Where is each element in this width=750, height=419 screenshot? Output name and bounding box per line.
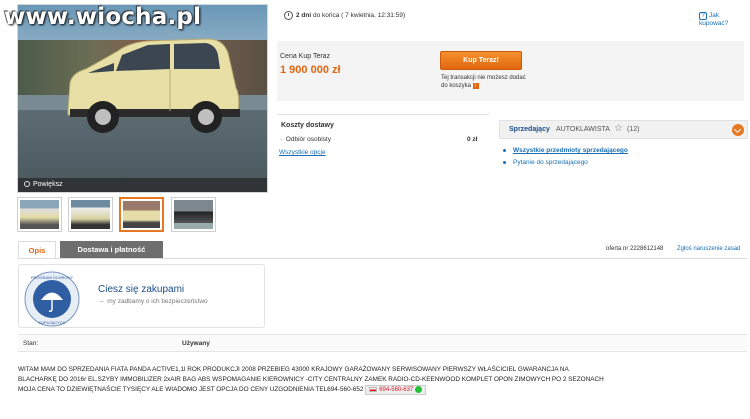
description-line: WITAM MAM DO SPRZEDANIA FIATA PANDA ACTI…	[18, 366, 569, 373]
condition-label: Stan:	[23, 340, 39, 347]
main-photo[interactable]: Powiększ	[17, 4, 268, 193]
tab-description[interactable]: Opis	[18, 241, 56, 258]
whatsapp-icon	[414, 386, 422, 393]
buyer-protection-badge-icon: PROGRAM OCHRONY KUPUJĄCYCH	[24, 271, 80, 327]
buy-now-button[interactable]: Kup Teraz!	[440, 51, 522, 70]
tab-delivery-payment[interactable]: Dostawa i płatność	[60, 241, 163, 258]
protection-title: Ciesz się zakupami	[98, 284, 185, 295]
protection-subtitle-text: my zadbamy o ich bezpieczeństwo	[107, 298, 208, 305]
thumbnail-1[interactable]	[17, 197, 62, 232]
watermark-logo: www.wiocha.pl	[4, 4, 202, 30]
thumbnail-4[interactable]	[171, 197, 216, 232]
tab-divider	[18, 258, 747, 259]
offer-number: oferta nr 2228612148	[606, 246, 664, 252]
cart-note: Tej transakcji nie możesz dodać do koszy…	[441, 74, 531, 90]
condition-value: Używany	[182, 340, 210, 347]
question-icon: ?	[699, 12, 707, 20]
time-remaining-bold: 2 dni	[296, 12, 312, 19]
star-icon: ☆	[614, 123, 623, 134]
help-link[interactable]: ? Jak kupować?	[699, 12, 750, 27]
shipping-option-price: 0 zł	[467, 136, 478, 143]
seller-rating-count[interactable]: (12)	[627, 126, 639, 133]
item-description: WITAM MAM DO SPRZEDANIA FIATA PANDA ACTI…	[18, 365, 748, 396]
badge-text: PROGRAM OCHRONY	[31, 275, 74, 280]
description-line: MOJA CENA TO DZIEWIĘTNAŚCIE TYSIĘCY ALE …	[18, 385, 748, 396]
thumbnail-2[interactable]	[68, 197, 113, 232]
seller-items-link[interactable]: Wszystkie przedmioty sprzedającego	[513, 147, 628, 154]
seller-label: Sprzedający	[509, 126, 550, 133]
seller-name[interactable]: AUTOKLAWISTA	[556, 126, 610, 133]
description-line-text: MOJA CENA TO DZIEWIĘTNAŚCIE TYSIĘCY ALE …	[18, 386, 364, 394]
ask-seller-link[interactable]: Pytanie do sprzedającego	[513, 159, 588, 166]
phone-number: 694-560-637	[379, 387, 414, 394]
price-label: Cena Kup Teraz	[280, 53, 331, 60]
bullet-icon	[503, 149, 506, 152]
phone-chip[interactable]: 694-560-637	[365, 385, 426, 396]
shipping-all-options-link[interactable]: Wszystkie opcje	[279, 149, 326, 156]
shipping-title: Koszty dostawy	[281, 122, 334, 129]
poland-flag-icon	[369, 387, 378, 392]
protection-subtitle: – my zadbamy o ich bezpieczeństwo	[100, 298, 208, 305]
bullet-icon	[503, 161, 506, 164]
shipping-option-label: · Odbiór osobisty	[280, 136, 331, 143]
price-value: 1 900 000 zł	[280, 64, 341, 76]
time-remaining-rest: do końca ( 7 kwietnia, 12:31:59)	[312, 12, 406, 19]
magnifier-icon	[24, 181, 30, 188]
car-image	[67, 38, 240, 133]
time-remaining: 2 dni do końca ( 7 kwietnia, 12:31:59)	[296, 12, 405, 19]
zoom-label: Powiększ	[33, 181, 63, 188]
zoom-bar[interactable]: Powiększ	[18, 178, 267, 192]
cart-note-text: Tej transakcji nie możesz dodać do koszy…	[441, 75, 526, 89]
chevron-down-icon[interactable]	[732, 124, 744, 136]
report-violation-link[interactable]: Zgłoś naruszenie zasad	[677, 246, 740, 252]
info-icon[interactable]: i	[472, 83, 479, 89]
condition-row	[18, 334, 747, 352]
clock-icon	[284, 11, 293, 20]
description-line: BLACHARKĘ DO 2016r EL.SZYBY IMMOBILIZER …	[18, 376, 604, 383]
thumbnail-3[interactable]	[119, 197, 164, 232]
shipping-option-text: Odbiór osobisty	[285, 136, 331, 143]
buy-box	[277, 41, 744, 101]
badge-text: KUPUJĄCYCH	[38, 320, 65, 325]
